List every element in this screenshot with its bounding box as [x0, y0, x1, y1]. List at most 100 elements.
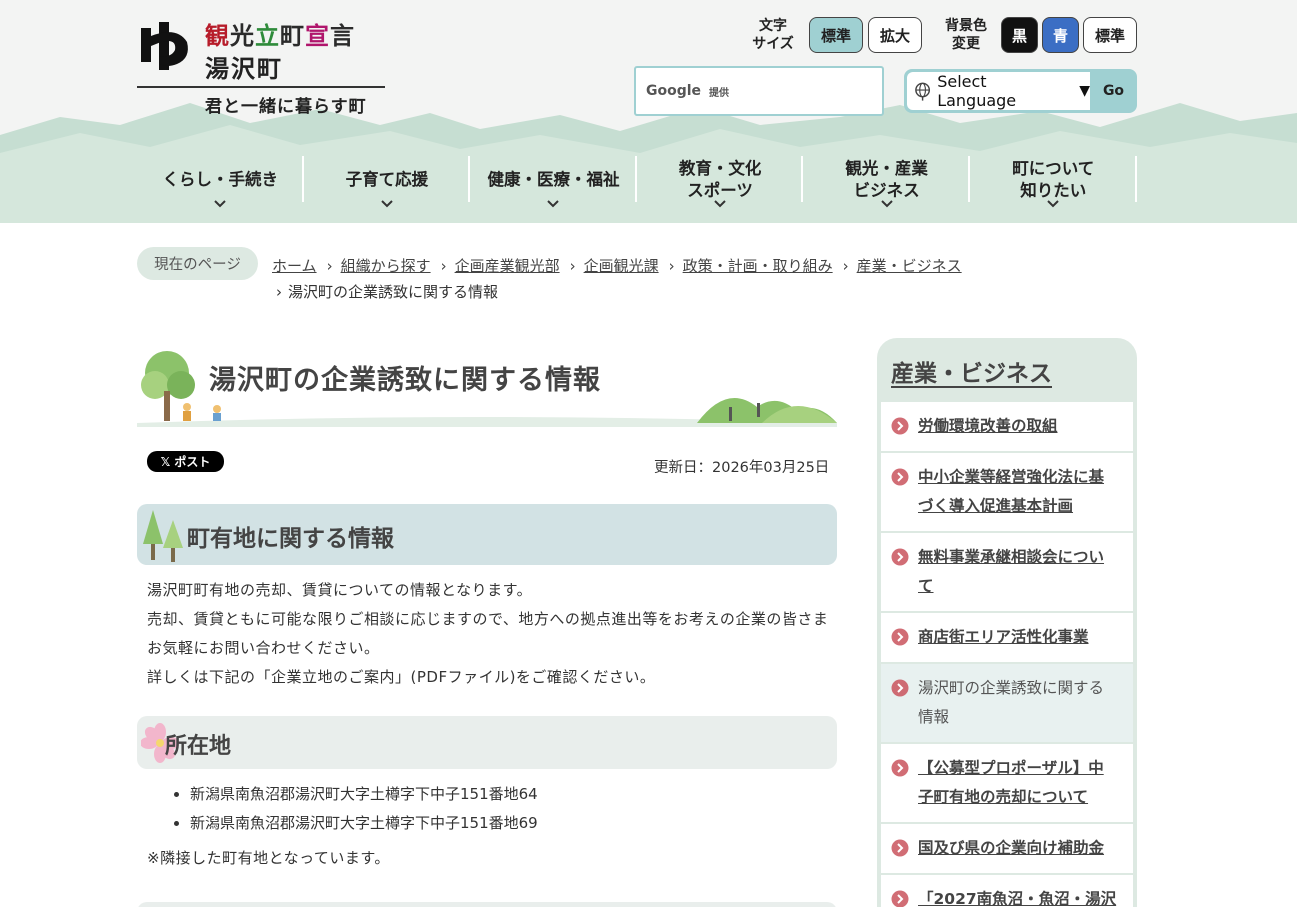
chevron-down-icon	[381, 200, 393, 208]
address-note: ※隣接した町有地となっています。	[147, 849, 390, 867]
breadcrumb-link[interactable]: 企画産業観光部	[455, 257, 560, 275]
breadcrumb-link[interactable]: 産業・ビジネス	[857, 257, 962, 275]
circle-arrow-right-icon	[891, 628, 909, 646]
address-list: 新潟県南魚沼郡湯沢町大字土樽字下中子151番地64 新潟県南魚沼郡湯沢町大字土樽…	[190, 780, 538, 838]
chevron-down-icon	[547, 200, 560, 208]
side-menu-item-label: 【公募型プロポーザル】中子町有地の売却について	[918, 759, 1104, 806]
breadcrumb-link[interactable]: ホーム	[272, 257, 317, 275]
circle-arrow-right-icon	[891, 839, 909, 857]
side-menu-item[interactable]: 【公募型プロポーザル】中子町有地の売却について	[881, 744, 1133, 824]
logo-slogan-text: 観光立町宣言	[205, 21, 355, 50]
site-search-input[interactable]: Google 提供	[634, 66, 884, 116]
nav-item-label: 子育て応援	[345, 170, 429, 189]
breadcrumb: ホーム › 組織から探す › 企画産業観光部 › 企画観光課 › 政策・計画・取り組み › 産業・ビ…	[272, 252, 1032, 281]
text-size-label: 文字 サイズ	[752, 18, 794, 52]
section-heading-land: 町有地に関する情報	[137, 504, 837, 565]
nav-item-label: 観光・産業	[845, 159, 928, 178]
language-select-label: Select Language	[937, 72, 1017, 110]
circle-arrow-right-icon	[891, 548, 909, 566]
side-menu-item[interactable]: 国及び県の企業向け補助金	[881, 824, 1133, 875]
nav-item-2[interactable]: 健康・医療・福祉	[470, 150, 637, 210]
slogan-char: 観	[205, 21, 230, 50]
circle-arrow-right-icon	[891, 890, 909, 907]
address-item: 新潟県南魚沼郡湯沢町大字土樽字下中子151番地69	[190, 809, 538, 838]
updated-date: 更新日：2026年03月25日	[654, 460, 830, 476]
side-menu-item-label: 中小企業等経営強化法に基づく導入促進基本計画	[918, 468, 1105, 515]
side-menu-item-label: 「2027南魚沼・魚沼・湯沢	[918, 890, 1117, 907]
breadcrumb-separator-icon: ›	[569, 257, 576, 275]
paragraph: 売却、賃貸ともに可能な限りご相談に応じますので、地方への拠点進出等をお考えの企業…	[147, 610, 829, 657]
circle-arrow-right-icon	[891, 417, 909, 435]
breadcrumb-separator-icon: ›	[668, 257, 675, 275]
logo-tagline: 君と一緒に暮らす町	[205, 97, 367, 117]
nav-item-0[interactable]: くらし・手続き	[137, 150, 304, 210]
chevron-down-icon	[714, 200, 726, 208]
bg-color-black-button[interactable]: 黒	[1001, 17, 1038, 53]
nav-item-label: 町について	[1012, 159, 1095, 178]
nav-item-label-line2: 知りたい	[1020, 181, 1087, 200]
circle-arrow-right-icon	[891, 759, 909, 777]
slogan-char: 町	[280, 21, 305, 50]
page-title: 湯沢町の企業誘致に関する情報	[209, 365, 601, 396]
section-heading-location-text: 所在地	[165, 734, 232, 759]
site-header: 観光立町宣言 湯沢町 君と一緒に暮らす町 文字 サイズ 標準 拡大 背景色 変更…	[0, 0, 1297, 223]
nav-item-4[interactable]: 観光・産業 ビジネス	[803, 150, 970, 210]
google-provided-label: 提供	[709, 87, 730, 99]
global-nav: くらし・手続き 子育て応援 健康・医療・福祉 教育・文化 スポーツ 観光・産業 ビジネス 町に…	[137, 150, 1137, 210]
text-size-standard-button[interactable]: 標準	[809, 17, 863, 53]
bg-color-standard-button[interactable]: 標準	[1083, 17, 1137, 53]
paragraph: 湯沢町町有地の売却、賃貸についての情報となります。	[147, 581, 533, 599]
breadcrumb-separator-icon: ›	[842, 257, 849, 275]
nav-item-5[interactable]: 町について 知りたい	[970, 150, 1137, 210]
globe-icon	[915, 82, 931, 101]
x-post-button[interactable]: 𝕏 ポスト	[147, 451, 224, 472]
bg-color-blue-button[interactable]: 青	[1042, 17, 1079, 53]
side-menu: 産業・ビジネス 労働環境改善の取組中小企業等経営強化法に基づく導入促進基本計画無…	[877, 338, 1137, 907]
nav-item-3[interactable]: 教育・文化 スポーツ	[637, 150, 804, 210]
text-size-large-button[interactable]: 拡大	[868, 17, 922, 53]
town-emblem-icon	[141, 22, 188, 70]
side-menu-title[interactable]: 産業・ビジネス	[891, 354, 1052, 388]
logo-slogan: 観光立町宣言	[205, 16, 355, 51]
section-heading-location: 所在地	[137, 716, 837, 769]
breadcrumb-link[interactable]: 企画観光課	[584, 257, 659, 275]
dropdown-arrow-icon: ▼	[1079, 83, 1090, 99]
slogan-char: 言	[330, 21, 355, 50]
language-go-button[interactable]: Go	[1090, 69, 1137, 113]
chevron-down-icon	[214, 200, 227, 208]
land-description: 湯沢町町有地の売却、賃貸についての情報となります。 売却、賃貸ともに可能な限りご…	[147, 576, 837, 692]
side-menu-item[interactable]: 無料事業承継相談会について	[881, 533, 1133, 613]
side-menu-item-label: 湯沢町の企業誘致に関する情報	[918, 679, 1105, 726]
nav-item-label-line2: ビジネス	[853, 181, 920, 200]
breadcrumb-separator-icon: ›	[276, 283, 282, 301]
site-logo[interactable]: 観光立町宣言 湯沢町 君と一緒に暮らす町	[137, 16, 385, 117]
next-section-heading	[137, 902, 837, 907]
nav-item-label: くらし・手続き	[162, 170, 279, 189]
circle-arrow-right-icon	[891, 679, 909, 697]
chevron-down-icon	[1047, 200, 1059, 208]
side-menu-item-label: 商店街エリア活性化事業	[918, 628, 1089, 646]
breadcrumb-link[interactable]: 組織から探す	[341, 257, 431, 275]
breadcrumb-link[interactable]: 政策・計画・取り組み	[683, 257, 833, 275]
circle-arrow-right-icon	[891, 468, 909, 486]
breadcrumb-separator-icon: ›	[440, 257, 447, 275]
slogan-char: 宣	[305, 21, 330, 50]
nav-item-label: 健康・医療・福祉	[487, 170, 620, 189]
paragraph: 詳しくは下記の「企業立地のご案内」(PDFファイル)をご確認ください。	[147, 668, 656, 686]
nav-item-label: 教育・文化	[678, 159, 762, 178]
side-menu-item[interactable]: 労働環境改善の取組	[881, 402, 1133, 453]
chevron-down-icon	[880, 200, 893, 208]
side-menu-item[interactable]: 中小企業等経営強化法に基づく導入促進基本計画	[881, 453, 1133, 533]
side-menu-item[interactable]: 湯沢町の企業誘致に関する情報	[881, 664, 1133, 744]
side-menu-item[interactable]: 商店街エリア活性化事業	[881, 613, 1133, 664]
breadcrumb-current: › 湯沢町の企業誘致に関する情報	[276, 281, 498, 302]
language-select[interactable]: Select Language ▼	[907, 72, 1090, 110]
side-menu-item-label: 国及び県の企業向け補助金	[918, 839, 1105, 857]
breadcrumb-label: 現在のページ	[137, 247, 258, 280]
side-menu-list: 労働環境改善の取組中小企業等経営強化法に基づく導入促進基本計画無料事業承継相談会…	[881, 402, 1133, 907]
side-menu-item[interactable]: 「2027南魚沼・魚沼・湯沢	[881, 875, 1133, 907]
slogan-char: 光	[230, 21, 255, 50]
page-title-banner: 湯沢町の企業誘致に関する情報	[137, 345, 837, 435]
breadcrumb-separator-icon: ›	[326, 257, 333, 275]
nav-item-1[interactable]: 子育て応援	[304, 150, 471, 210]
